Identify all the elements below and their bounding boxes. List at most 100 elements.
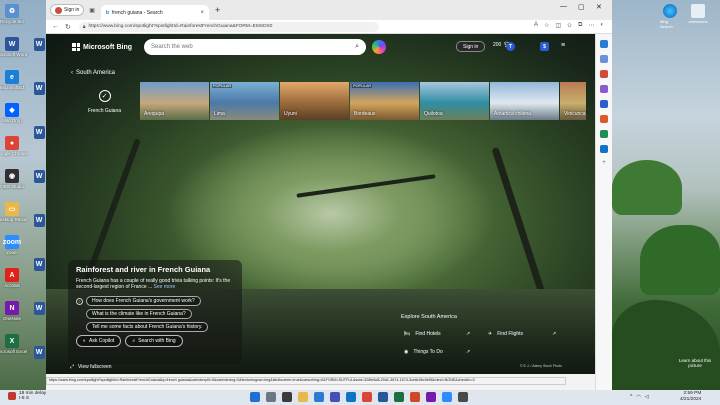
external-link-icon[interactable]: ↗ [466,331,470,337]
excel-icon[interactable] [394,392,404,402]
things-to-do-link[interactable]: ◉ Things To Do [404,349,443,355]
desktop-icon[interactable]: A Acrobat [1,268,23,288]
drop-icon[interactable] [600,130,608,138]
see-more-link[interactable]: See more [154,284,176,290]
desktop-icon[interactable]: XMicrosoft Excel [0,334,27,354]
copilot-button-icon[interactable] [372,40,386,54]
new-tab-button[interactable]: + [215,5,220,15]
url-field[interactable]: 🔒︎ https://www.bing.com/spotlight?spotli… [78,21,379,32]
minimize-icon[interactable]: — [560,3,567,10]
office-icon[interactable] [600,100,608,108]
refresh-icon[interactable]: ↻ [65,23,71,31]
profile-button[interactable]: Sign in [50,4,85,16]
place-name: Arequipa [144,111,165,117]
word-icon[interactable] [378,392,388,402]
back-icon[interactable]: ← [52,23,59,30]
desktop-icon-extensions[interactable]: extensions [688,4,708,24]
place-card[interactable]: Vinicunca [560,82,586,120]
place-card[interactable]: Arequipa [140,82,209,120]
search-icon[interactable]: ⌕ [355,43,359,51]
outlook-icon[interactable] [346,392,356,402]
clock[interactable]: 2:59 PM 4/21/2024 [680,391,701,403]
close-window-icon[interactable]: ✕ [596,3,602,11]
desktop-icon[interactable]: ●Google Chrome [0,136,28,156]
outlook-icon[interactable] [600,145,608,153]
desktop-icon[interactable]: N OneNote [1,301,23,321]
desktop-icon[interactable]: ♻ Recycle Bin [0,4,24,24]
question-chip[interactable]: Tell me some facts about French Guiana's… [86,322,209,332]
weather-text: 18 min delay I-5 S [19,391,46,401]
favorites-icon[interactable]: ✩ [567,22,572,29]
place-card[interactable]: Quilotoa [420,82,489,120]
chevron-up-icon[interactable]: ^ [630,394,632,400]
outlook-icon[interactable] [600,115,608,123]
tag-icon[interactable] [600,55,608,63]
view-fullscreen-link[interactable]: ⤢ View fullscreen [70,364,112,370]
zoom-icon[interactable] [442,392,452,402]
file-explorer-icon[interactable] [298,392,308,402]
question-chip[interactable]: What is the climate like in French Guian… [86,309,192,319]
desktop-icon[interactable]: e MicrosoftEd [0,70,24,90]
external-link-icon[interactable]: ↗ [466,349,470,355]
powerpoint-icon[interactable] [410,392,420,402]
desktop-icon[interactable]: ◉ OBS Studio [0,169,24,189]
place-card[interactable]: POPULAR Bordeaux [350,82,419,120]
favorite-star-icon[interactable]: ☆ [544,22,549,29]
desktop-icon-label: Google Chrome [0,151,28,156]
search-bing-button[interactable]: ⌕ Search with Bing [125,335,183,347]
search-box[interactable]: Search the web ⌕ [144,39,366,55]
desktop-icon[interactable]: zoom Zoom [1,235,23,255]
place-card-selected[interactable]: ✓ French Guiana [70,82,139,120]
external-link-icon[interactable]: ↗ [552,331,556,337]
button-label: Ask Copilot [89,338,115,344]
games-icon[interactable] [600,85,608,93]
bing-app-icon[interactable]: $ [540,42,549,51]
tab-active[interactable]: b french guiana - Search × [100,5,209,20]
wifi-icon[interactable]: ◠ [636,394,640,400]
search-placeholder: Search the web [151,44,193,50]
ask-copilot-button[interactable]: ◐ Ask Copilot [76,335,122,347]
place-card[interactable]: Antártica chilena [490,82,559,120]
split-screen-icon[interactable]: ◫ [555,22,561,29]
start-icon[interactable] [250,392,260,402]
volume-icon[interactable]: ◁ [645,394,649,400]
profile-label: Sign in [64,7,80,13]
place-card[interactable]: POPULAR Lima [210,82,279,120]
rewards-badge-icon[interactable]: T [506,42,515,51]
add-icon[interactable]: + [600,160,608,168]
signin-button[interactable]: Sign in [456,41,486,52]
teams-icon[interactable] [330,392,340,402]
weather-widget[interactable]: 18 min delay I-5 S [8,391,46,401]
app-icon[interactable] [458,392,468,402]
place-card[interactable]: Uyuni [280,82,349,120]
collections-icon[interactable]: ⧉ [578,22,582,29]
menu-icon[interactable]: ≡ [561,42,565,49]
question-chip[interactable]: How does French Guiana's government work… [86,296,201,306]
tab-actions-icon[interactable]: ▣ [89,7,95,14]
more-icon[interactable]: ⋯ [588,22,594,29]
toolbox-icon[interactable] [600,70,608,78]
desktop-icon-bing[interactable]: Bing Search [660,4,680,29]
search-icon[interactable] [600,40,608,48]
desktop-icon[interactable]: ◆ Mac Drop [1,103,23,123]
learn-about-picture[interactable]: Learn about this picture [672,358,718,368]
desktop-icon[interactable]: WMicrosoft Word [0,37,27,57]
question-row: ? What is the climate like in French Gui… [76,309,234,319]
find-hotels-link[interactable]: 🛏︎ Find Hotels [404,331,441,337]
edge-icon[interactable] [314,392,324,402]
bing-logo[interactable]: Microsoft Bing [72,43,132,51]
region-back-link[interactable]: ‹ South America [71,70,115,76]
onenote-icon[interactable] [426,392,436,402]
desktop-icon-label: OBS Studio [0,184,24,189]
tab-title: french guiana - Search [112,9,163,16]
search-icon[interactable] [266,392,276,402]
read-aloud-icon[interactable]: A [534,22,538,29]
copilot-icon[interactable]: ◐ [600,22,604,29]
desktop-icon[interactable]: ▭Desktop Recov [0,202,27,222]
task-view-icon[interactable] [282,392,292,402]
find-flights-link[interactable]: ✈︎ Find Flights [488,331,523,337]
chrome-icon[interactable] [362,392,372,402]
maximize-icon[interactable]: ▢ [578,3,585,11]
onenote-icon: N [5,301,19,315]
close-tab-icon[interactable]: × [200,10,204,16]
